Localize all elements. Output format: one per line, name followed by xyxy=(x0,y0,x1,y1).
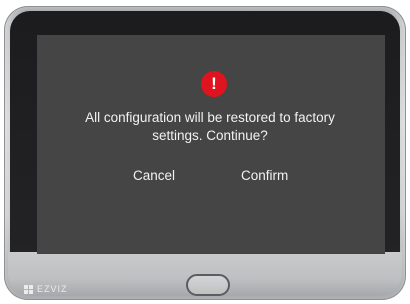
cancel-button[interactable]: Cancel xyxy=(133,168,175,183)
brand-name: EZVIZ xyxy=(37,284,68,294)
brand-logo: EZVIZ xyxy=(24,284,68,294)
confirm-button[interactable]: Confirm xyxy=(241,168,288,183)
home-button[interactable] xyxy=(186,274,230,296)
alert-icon: ! xyxy=(201,71,227,97)
ezviz-logo-icon xyxy=(24,284,34,294)
dialog-message: All configuration will be restored to fa… xyxy=(85,110,335,143)
